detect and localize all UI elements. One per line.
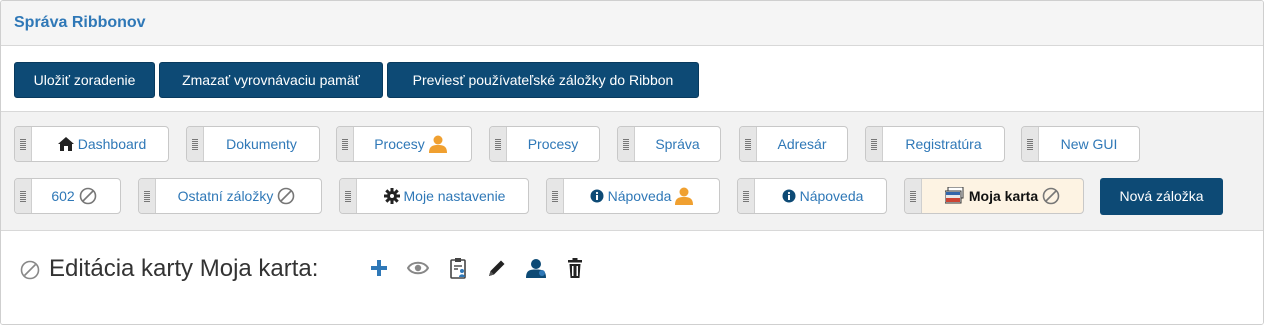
panel-header: Správa Ribbonov	[1, 1, 1263, 46]
drag-handle[interactable]	[866, 127, 883, 161]
info-icon	[782, 189, 796, 203]
tab-label: Správa	[655, 136, 700, 152]
tab-dokumenty[interactable]: Dokumenty	[186, 126, 320, 162]
tab-label: Dashboard	[77, 136, 147, 152]
tab-moje-nastavenie[interactable]: Moje nastavenie	[339, 178, 529, 214]
ribbon-tabs-area: Dashboard Dokumenty Procesy Procesy Sprá…	[1, 112, 1263, 231]
tab-label: Dokumenty	[226, 136, 297, 152]
disabled-icon	[79, 187, 97, 205]
tab-label: Moje nastavenie	[403, 188, 506, 204]
drag-handle[interactable]	[187, 127, 204, 161]
page-title: Správa Ribbonov	[14, 14, 146, 31]
drag-handle[interactable]	[490, 127, 507, 161]
tab-label: Nápoveda	[799, 188, 864, 204]
drag-handle[interactable]	[547, 179, 564, 213]
toolbar: Uložiť zoradenie Zmazať vyrovnávaciu pam…	[1, 46, 1263, 112]
tab-label: Ostatní záložky	[177, 188, 274, 204]
tab-napoveda[interactable]: Nápoveda	[737, 178, 887, 214]
eye-icon[interactable]	[406, 257, 430, 279]
tab-registratura[interactable]: Registratúra	[865, 126, 1005, 162]
save-order-button[interactable]: Uložiť zoradenie	[14, 62, 155, 98]
editor-title: Editácia karty Moja karta:	[49, 255, 319, 282]
tab-label: Adresár	[777, 136, 827, 152]
tab-procesy-user[interactable]: Procesy	[336, 126, 472, 162]
pencil-icon[interactable]	[486, 257, 508, 279]
drag-handle[interactable]	[1022, 127, 1039, 161]
home-icon	[57, 137, 74, 151]
user-icon	[675, 187, 694, 205]
disabled-icon	[277, 187, 295, 205]
user-icon	[428, 135, 447, 153]
drag-handle[interactable]	[738, 179, 755, 213]
disabled-icon	[1042, 187, 1060, 205]
drag-handle[interactable]	[905, 179, 922, 213]
tab-label: Moja karta	[968, 188, 1039, 204]
tab-label: Procesy	[374, 136, 425, 152]
tab-editor: Editácia karty Moja karta:	[1, 231, 1263, 324]
tab-602[interactable]: 602	[14, 178, 121, 214]
tab-adresar[interactable]: Adresár	[739, 126, 848, 162]
tab-dashboard[interactable]: Dashboard	[14, 126, 169, 162]
tab-label: Procesy	[527, 136, 579, 152]
user-icon[interactable]	[525, 257, 547, 279]
disabled-icon	[20, 260, 40, 280]
tab-label: Nápoveda	[607, 188, 672, 204]
drag-handle[interactable]	[340, 179, 357, 213]
tab-procesy[interactable]: Procesy	[489, 126, 600, 162]
tab-label: Registratúra	[905, 136, 982, 152]
add-icon[interactable]	[368, 257, 390, 279]
ribbon-management-panel: Správa Ribbonov Uložiť zoradenie Zmazať …	[0, 0, 1264, 325]
tab-ostatni-zalozky[interactable]: Ostatní záložky	[138, 178, 322, 214]
convert-tabs-button[interactable]: Previesť používateľské záložky do Ribbon	[387, 62, 699, 98]
new-tab-button[interactable]: Nová záložka	[1100, 178, 1223, 215]
drag-handle[interactable]	[740, 127, 757, 161]
drag-handle[interactable]	[337, 127, 354, 161]
info-icon	[590, 189, 604, 203]
tab-moja-karta[interactable]: Moja karta	[904, 178, 1084, 214]
clear-cache-button[interactable]: Zmazať vyrovnávaciu pamäť	[159, 62, 383, 98]
tab-new-gui[interactable]: New GUI	[1021, 126, 1140, 162]
gear-icon	[383, 188, 400, 204]
drag-handle[interactable]	[618, 127, 635, 161]
clipboard-user-icon[interactable]	[447, 257, 469, 279]
tab-sprava[interactable]: Správa	[617, 126, 721, 162]
tab-label: 602	[51, 188, 75, 204]
tab-napoveda-user[interactable]: Nápoveda	[546, 178, 720, 214]
tab-label: New GUI	[1060, 136, 1118, 152]
trash-icon[interactable]	[564, 257, 586, 279]
drag-handle[interactable]	[139, 179, 156, 213]
drag-handle[interactable]	[15, 179, 32, 213]
card-icon	[944, 186, 965, 205]
drag-handle[interactable]	[15, 127, 32, 161]
